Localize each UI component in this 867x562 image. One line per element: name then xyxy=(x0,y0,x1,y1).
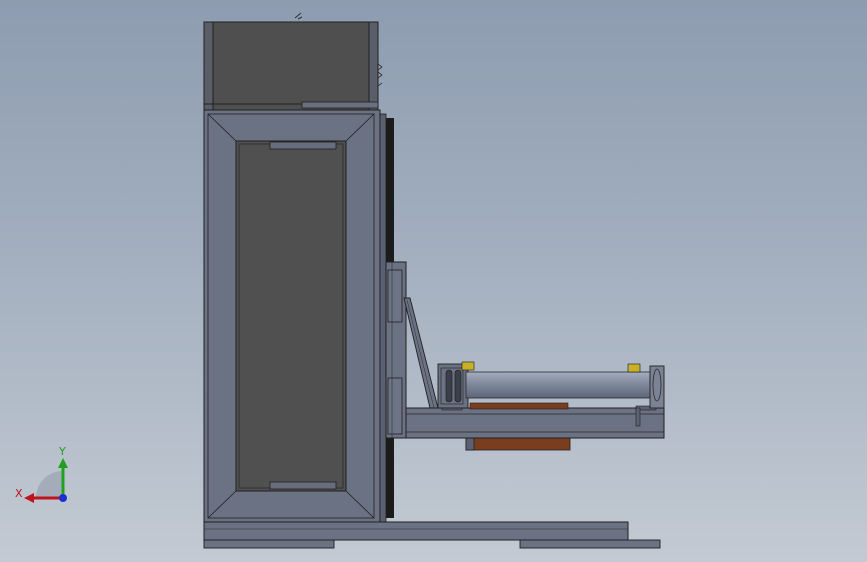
top-housing xyxy=(203,12,383,111)
x-axis-label: X xyxy=(15,487,23,500)
main-column xyxy=(203,109,394,523)
base-plate xyxy=(203,521,661,549)
y-axis-label: Y xyxy=(58,445,66,458)
conveyor-arm xyxy=(405,402,665,451)
diagonal-brace xyxy=(403,297,439,409)
roller-cylinder xyxy=(437,361,665,409)
cad-model-view[interactable]: Y X xyxy=(0,0,867,562)
carriage xyxy=(385,261,407,439)
axis-triad: Y X xyxy=(15,445,68,503)
z-axis-dot xyxy=(59,494,67,502)
graphics-viewport[interactable]: Y X xyxy=(0,0,867,562)
triad-plane-icon xyxy=(36,471,63,498)
